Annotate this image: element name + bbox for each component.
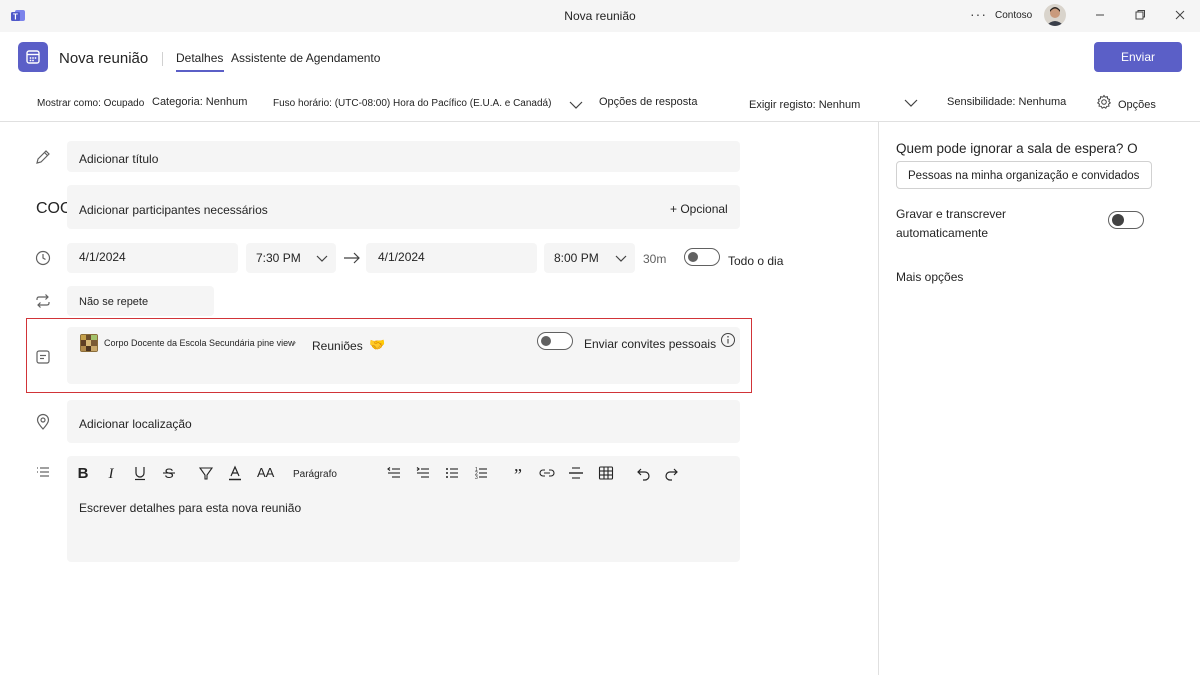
all-day-toggle[interactable] — [684, 248, 720, 266]
record-toggle[interactable] — [1108, 211, 1144, 229]
options-divider — [0, 121, 1200, 122]
team-name: Corpo Docente da Escola Secundária pine … — [104, 338, 295, 348]
increase-indent-icon[interactable] — [414, 464, 432, 482]
channel-icon — [34, 348, 52, 366]
personal-invites-label: Enviar convites pessoais — [584, 337, 717, 351]
details-list-icon — [34, 463, 52, 481]
gear-icon[interactable] — [1096, 94, 1112, 110]
repeat-dropdown[interactable]: Não se repete — [67, 286, 214, 316]
team-avatar-icon — [80, 334, 98, 352]
redo-icon[interactable] — [663, 464, 681, 482]
arrow-right-icon — [343, 250, 361, 266]
send-button[interactable]: Enviar — [1094, 42, 1182, 72]
title-input[interactable]: Adicionar título — [67, 141, 740, 172]
page-title: Nova reunião — [59, 50, 149, 67]
end-date-picker[interactable]: 4/1/2024 — [366, 243, 537, 273]
response-options-dropdown[interactable]: Opções de resposta — [599, 96, 697, 108]
restore-icon[interactable] — [1132, 7, 1148, 23]
link-icon[interactable] — [538, 464, 556, 482]
tab-scheduling-assistant[interactable]: Assistente de Agendamento — [231, 51, 380, 65]
lobby-value: Pessoas na minha organização e convidado… — [908, 170, 1140, 182]
handshake-emoji-icon: 🤝 — [369, 337, 386, 352]
title-placeholder: Adicionar título — [79, 152, 159, 166]
underline-icon[interactable] — [131, 464, 149, 482]
start-date-value: 4/1/2024 — [79, 250, 126, 264]
svg-text:B: B — [78, 465, 89, 482]
details-placeholder: Escrever detalhes para esta nova reunião — [79, 501, 302, 515]
start-date-picker[interactable]: 4/1/2024 — [67, 243, 238, 273]
end-date-value: 4/1/2024 — [378, 250, 425, 264]
decrease-indent-icon[interactable] — [385, 464, 403, 482]
channel-field[interactable]: Corpo Docente da Escola Secundária pine … — [67, 327, 740, 384]
lobby-dropdown[interactable]: Pessoas na minha organização e convidado… — [896, 161, 1152, 189]
horizontal-rule-icon[interactable] — [567, 464, 585, 482]
tab-details[interactable]: Detalhes — [176, 51, 223, 65]
active-tab-indicator — [176, 70, 224, 72]
svg-text:I: I — [108, 466, 115, 482]
end-time-picker[interactable]: 8:00 PM — [544, 243, 635, 273]
location-input[interactable]: Adicionar localização — [67, 400, 740, 443]
clock-icon — [34, 249, 52, 267]
strikethrough-icon[interactable]: S — [160, 464, 178, 482]
highlight-icon[interactable] — [197, 464, 215, 482]
chevron-down-icon[interactable] — [569, 99, 583, 111]
registration-dropdown[interactable]: Exigir registo: Nenhum — [749, 99, 860, 111]
repeat-icon — [34, 292, 52, 310]
more-options-link[interactable]: Mais opções — [896, 270, 963, 284]
font-size-button[interactable]: AA — [257, 465, 274, 480]
start-time-picker[interactable]: 7:30 PM — [246, 243, 336, 273]
optional-attendees-button[interactable]: + Opcional — [670, 202, 728, 216]
record-label-line2: automaticamente — [896, 226, 989, 240]
category-dropdown[interactable]: Categoria: Nenhum — [152, 96, 247, 108]
show-as-dropdown[interactable]: Mostrar como: Ocupado — [37, 98, 144, 109]
close-icon[interactable] — [1172, 7, 1188, 23]
table-icon[interactable] — [597, 464, 615, 482]
avatar[interactable] — [1044, 4, 1066, 26]
chevron-down-icon — [316, 253, 328, 263]
quote-icon[interactable]: ” — [509, 464, 527, 482]
duration-label: 30m — [643, 252, 667, 266]
record-label-line1: Gravar e transcrever — [896, 207, 1007, 221]
header-divider — [162, 52, 163, 66]
title-bar: T Nova reunião ··· Contoso — [0, 0, 1200, 32]
minimize-icon[interactable] — [1092, 7, 1108, 23]
breadcrumb-separator: › — [293, 337, 296, 347]
attendees-placeholder: Adicionar participantes necessários — [79, 203, 268, 217]
side-panel-divider — [878, 121, 879, 675]
chevron-down-icon[interactable] — [904, 97, 918, 109]
more-options-icon[interactable]: ··· — [970, 6, 987, 22]
paragraph-style-dropdown[interactable]: Parágrafo — [293, 469, 337, 480]
timezone-dropdown[interactable]: Fuso horário: (UTC-08:00) Hora do Pacífi… — [273, 98, 551, 109]
options-button[interactable]: Opções — [1118, 99, 1156, 111]
bulleted-list-icon[interactable] — [443, 464, 461, 482]
end-time-value: 8:00 PM — [554, 251, 599, 265]
numbered-list-icon[interactable]: 123 — [472, 464, 490, 482]
sensitivity-dropdown[interactable]: Sensibilidade: Nenhuma — [947, 96, 1066, 108]
lobby-question: Quem pode ignorar a sala de espera? O — [896, 141, 1138, 156]
svg-text:”: ” — [514, 465, 522, 482]
start-time-value: 7:30 PM — [256, 251, 301, 265]
pencil-icon — [34, 148, 52, 166]
personal-invites-toggle[interactable] — [537, 332, 573, 350]
font-color-icon[interactable] — [226, 464, 244, 482]
svg-text:3: 3 — [475, 475, 478, 481]
bold-icon[interactable]: B — [74, 464, 92, 482]
undo-icon[interactable] — [634, 464, 652, 482]
location-pin-icon — [34, 413, 52, 431]
all-day-label: Todo o dia — [728, 254, 784, 268]
info-icon[interactable] — [720, 332, 736, 348]
attendees-input[interactable]: Adicionar participantes necessários + Op… — [67, 185, 740, 229]
calendar-app-icon — [18, 42, 48, 72]
channel-name: Reuniões — [312, 339, 363, 353]
repeat-value: Não se repete — [79, 296, 149, 308]
org-name[interactable]: Contoso — [995, 10, 1032, 21]
chevron-down-icon — [615, 253, 627, 263]
location-placeholder: Adicionar localização — [79, 417, 192, 431]
italic-icon[interactable]: I — [102, 464, 120, 482]
